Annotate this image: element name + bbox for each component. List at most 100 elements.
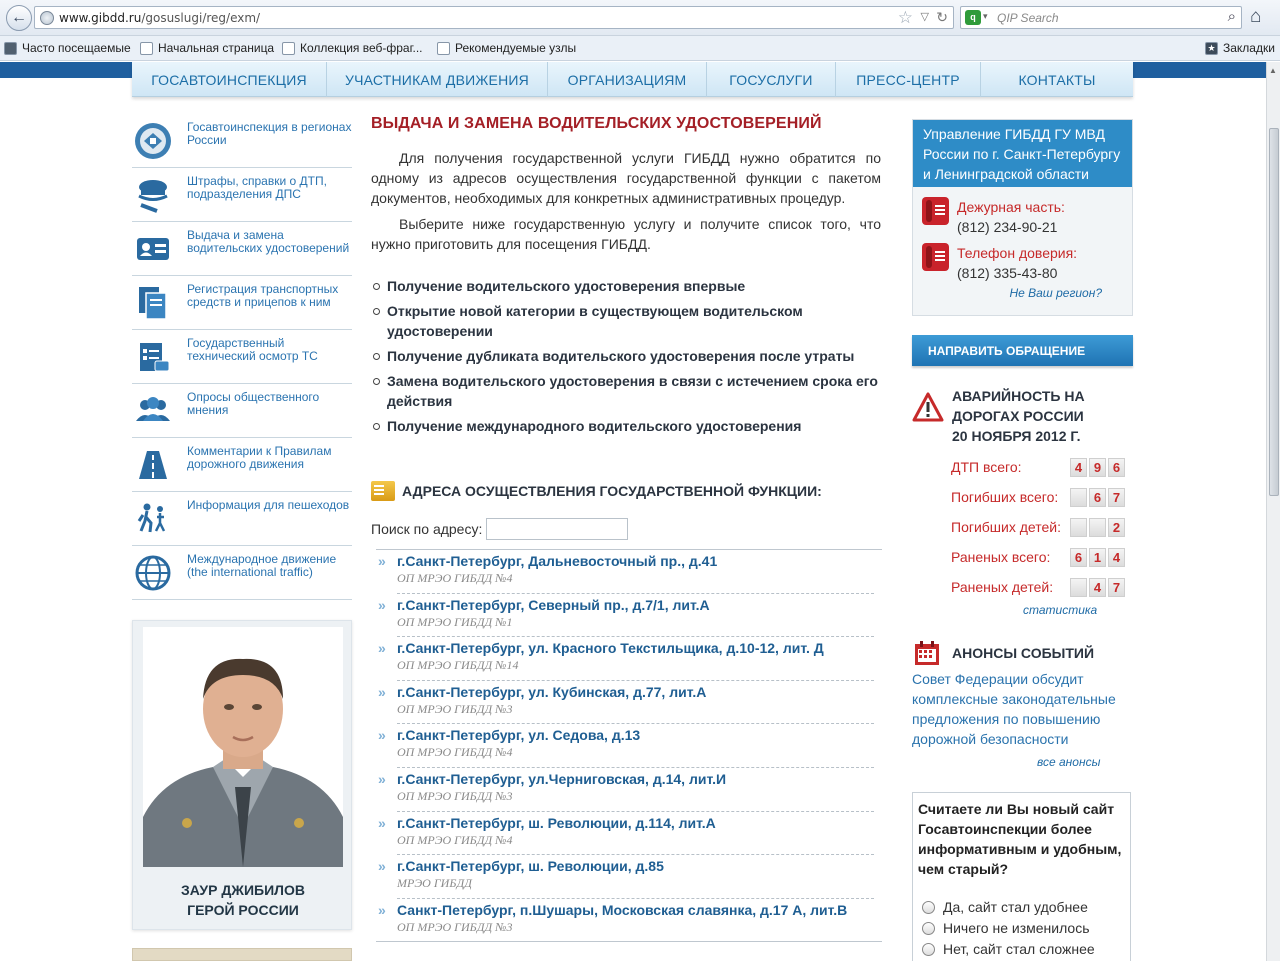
bookmark-star-icon[interactable]: ☆ bbox=[898, 8, 913, 28]
scroll-up-icon[interactable]: ▲ bbox=[1269, 66, 1277, 75]
search-icon[interactable]: ⌕ bbox=[1228, 8, 1236, 25]
poll-option-same[interactable]: Ничего не изменилось bbox=[922, 920, 1090, 936]
left-sidebar-menu: Госавтоинспекция в регионах России Штраф… bbox=[132, 114, 352, 600]
address-link[interactable]: г.Санкт-Петербург, Дальневосточный пр., … bbox=[397, 550, 882, 570]
address-link[interactable]: г.Санкт-Петербург, ул.Черниговская, д.14… bbox=[397, 768, 882, 788]
search-bar[interactable]: q ▾ QIP Search ⌕ bbox=[960, 6, 1242, 29]
address-link[interactable]: г.Санкт-Петербург, ш. Революции, д.114, … bbox=[397, 812, 882, 832]
list-item: » Санкт-Петербург, п.Шушары, Московская с… bbox=[376, 899, 882, 943]
sidebar-item-traffic-rules[interactable]: Комментарии к Правилам дорожного движени… bbox=[132, 438, 352, 492]
bookmark-web-slices[interactable]: Коллекция веб-фраг... bbox=[282, 41, 423, 55]
back-button[interactable]: ← bbox=[6, 5, 32, 31]
stat-row: Погибших всего: 6 7 bbox=[951, 482, 1125, 512]
address-link[interactable]: Санкт-Петербург, п.Шушары, Московская сл… bbox=[397, 899, 882, 919]
address-link[interactable]: г.Санкт-Петербург, ш. Революции, д.85 bbox=[397, 855, 882, 875]
addresses-heading: АДРЕСА ОСУЩЕСТВЛЕНИЯ ГОСУДАРСТВЕННОЙ ФУН… bbox=[371, 481, 822, 501]
duty-phone: Дежурная часть: (812) 234-90-21 bbox=[922, 197, 1065, 237]
service-link-new-category[interactable]: Открытие новой категории в существующем … bbox=[371, 301, 881, 341]
list-item: » г.Санкт-Петербург, ул.Черниговская, д.1… bbox=[376, 768, 882, 812]
poll-option-better[interactable]: Да, сайт стал удобнее bbox=[922, 899, 1088, 915]
reload-icon[interactable]: ↻ bbox=[936, 9, 948, 26]
double-arrow-icon: » bbox=[378, 640, 386, 657]
service-link-replacement[interactable]: Замена водительского удостоверения в свя… bbox=[371, 371, 881, 411]
intro-paragraph: Для получения государственной услуги ГИБ… bbox=[371, 150, 881, 206]
search-engine-icon[interactable]: q bbox=[965, 10, 981, 25]
home-icon[interactable]: ⌂ bbox=[1250, 6, 1261, 28]
service-link-international[interactable]: Получение международного водительского у… bbox=[371, 416, 881, 436]
warning-icon bbox=[912, 392, 944, 422]
trust-phone: Телефон доверия: (812) 335-43-80 bbox=[922, 243, 1077, 283]
send-appeal-button[interactable]: НАПРАВИТЬ ОБРАЩЕНИЕ bbox=[912, 335, 1133, 366]
sidebar-item-international[interactable]: Международное движение (the internationa… bbox=[132, 546, 352, 600]
office-name: ОП МРЭО ГИБДД №4 bbox=[397, 745, 513, 760]
office-name: ОП МРЭО ГИБДД №3 bbox=[397, 701, 513, 716]
radio-button[interactable] bbox=[922, 942, 935, 956]
office-name: ОП МРЭО ГИБДД №14 bbox=[397, 658, 519, 673]
folder-icon bbox=[4, 41, 17, 55]
bookmark-most-visited[interactable]: Часто посещаемые bbox=[4, 41, 131, 55]
bookmarks-menu[interactable]: ★ Закладки bbox=[1205, 41, 1275, 55]
regional-office-title[interactable]: Управление ГИБДД ГУ МВД России по г. Сан… bbox=[913, 120, 1132, 187]
page-scrollbar[interactable]: ▲ bbox=[1266, 62, 1280, 961]
sidebar-item-pedestrians[interactable]: Информация для пешеходов bbox=[132, 492, 352, 546]
main-content: ВЫДАЧА И ЗАМЕНА ВОДИТЕЛЬСКИХ УДОСТОВЕРЕН… bbox=[371, 115, 882, 942]
change-region-link[interactable]: Не Ваш регион? bbox=[1009, 286, 1102, 300]
page-icon bbox=[437, 41, 450, 55]
double-arrow-icon: » bbox=[378, 814, 386, 831]
stat-row: Раненых детей: 4 7 bbox=[951, 572, 1125, 602]
sidebar-item-regions[interactable]: Госавтоинспекция в регионах России bbox=[132, 114, 352, 168]
hero-card[interactable]: ЗАУР ДЖИБИЛОВ ГЕРОЙ РОССИИ bbox=[132, 620, 352, 930]
main-nav: ГОСАВТОИНСПЕКЦИЯ УЧАСТНИКАМ ДВИЖЕНИЯ ОРГ… bbox=[132, 62, 1133, 97]
address-link[interactable]: г.Санкт-Петербург, ул. Седова, д.13 bbox=[397, 724, 882, 744]
office-name: МРЭО ГИБДД bbox=[397, 876, 472, 891]
sidebar-item-fines[interactable]: Штрафы, справки о ДТП, подразделения ДПС bbox=[132, 168, 352, 222]
site-identity-icon[interactable] bbox=[40, 11, 54, 25]
radio-button[interactable] bbox=[922, 921, 935, 935]
nav-organizations[interactable]: ОРГАНИЗАЦИЯМ bbox=[548, 62, 707, 97]
service-link-duplicate[interactable]: Получение дубликата водительского удосто… bbox=[371, 346, 881, 366]
list-item: » г.Санкт-Петербург, ул. Кубинская, д.77,… bbox=[376, 681, 882, 725]
radio-button[interactable] bbox=[922, 900, 935, 914]
police-cap-icon bbox=[132, 175, 174, 215]
phone-icon bbox=[922, 197, 949, 225]
bookmark-start-page[interactable]: Начальная страница bbox=[140, 41, 274, 55]
service-link-first-license[interactable]: Получение водительского удостоверения вп… bbox=[371, 276, 881, 296]
history-dropdown-icon[interactable]: ▽ bbox=[921, 10, 929, 23]
nav-gosuslugi[interactable]: ГОСУСЛУГИ bbox=[707, 62, 836, 97]
address-link[interactable]: г.Санкт-Петербург, ул. Красного Текстиль… bbox=[397, 637, 882, 657]
statistics-link[interactable]: статистика bbox=[1023, 603, 1097, 617]
next-banner[interactable] bbox=[132, 948, 352, 961]
address-link[interactable]: г.Санкт-Петербург, ул. Кубинская, д.77, … bbox=[397, 681, 882, 701]
double-arrow-icon: » bbox=[378, 901, 386, 918]
nav-contacts[interactable]: КОНТАКТЫ bbox=[981, 62, 1133, 97]
sidebar-item-polls[interactable]: Опросы общественного мнения bbox=[132, 384, 352, 438]
globe-icon bbox=[132, 553, 174, 593]
list-item: » г.Санкт-Петербург, Дальневосточный пр.,… bbox=[376, 550, 882, 594]
inspection-checklist-icon bbox=[132, 337, 174, 377]
back-arrow-icon: ← bbox=[11, 9, 27, 26]
nav-participants[interactable]: УЧАСТНИКАМ ДВИЖЕНИЯ bbox=[327, 62, 548, 97]
phone-icon bbox=[922, 243, 949, 271]
nav-press-center[interactable]: ПРЕСС-ЦЕНТР bbox=[836, 62, 981, 97]
sidebar-item-licenses[interactable]: Выдача и замена водительских удостоверен… bbox=[132, 222, 352, 276]
office-name: ОП МРЭО ГИБДД №4 bbox=[397, 571, 513, 585]
search-engine-dropdown-icon[interactable]: ▾ bbox=[983, 11, 988, 22]
stat-row: Погибших детей: 2 bbox=[951, 512, 1125, 542]
nav-gosavtoinspekciya[interactable]: ГОСАВТОИНСПЕКЦИЯ bbox=[132, 62, 327, 97]
list-item: » г.Санкт-Петербург, Северный пр., д.7/1,… bbox=[376, 594, 882, 638]
sidebar-item-inspection[interactable]: Государственный технический осмотр ТС bbox=[132, 330, 352, 384]
star-icon: ★ bbox=[1205, 41, 1218, 55]
bookmark-suggested-sites[interactable]: Рекомендуемые узлы bbox=[437, 41, 576, 55]
event-link[interactable]: Совет Федерации обсудит комплексные зако… bbox=[912, 669, 1127, 749]
sidebar-item-registration[interactable]: Регистрация транспортных средств и прице… bbox=[132, 276, 352, 330]
address-link[interactable]: г.Санкт-Петербург, Северный пр., д.7/1, … bbox=[397, 594, 882, 614]
accidents-heading: АВАРИЙНОСТЬ НА ДОРОГАХ РОССИИ 20 НОЯБРЯ … bbox=[912, 386, 1085, 446]
address-bar[interactable]: www.gibdd.ru/gosuslugi/reg/exm/ ☆ ▽ ↻ bbox=[34, 6, 954, 29]
address-search-input[interactable] bbox=[486, 518, 629, 540]
scroll-thumb[interactable] bbox=[1269, 128, 1279, 496]
all-events-link[interactable]: все анонсы bbox=[1037, 755, 1100, 769]
poll-option-worse[interactable]: Нет, сайт стал сложнее bbox=[922, 941, 1095, 957]
stat-row: Раненых всего: 6 1 4 bbox=[951, 542, 1125, 572]
office-name: ОП МРЭО ГИБДД №1 bbox=[397, 614, 513, 629]
double-arrow-icon: » bbox=[378, 596, 386, 613]
